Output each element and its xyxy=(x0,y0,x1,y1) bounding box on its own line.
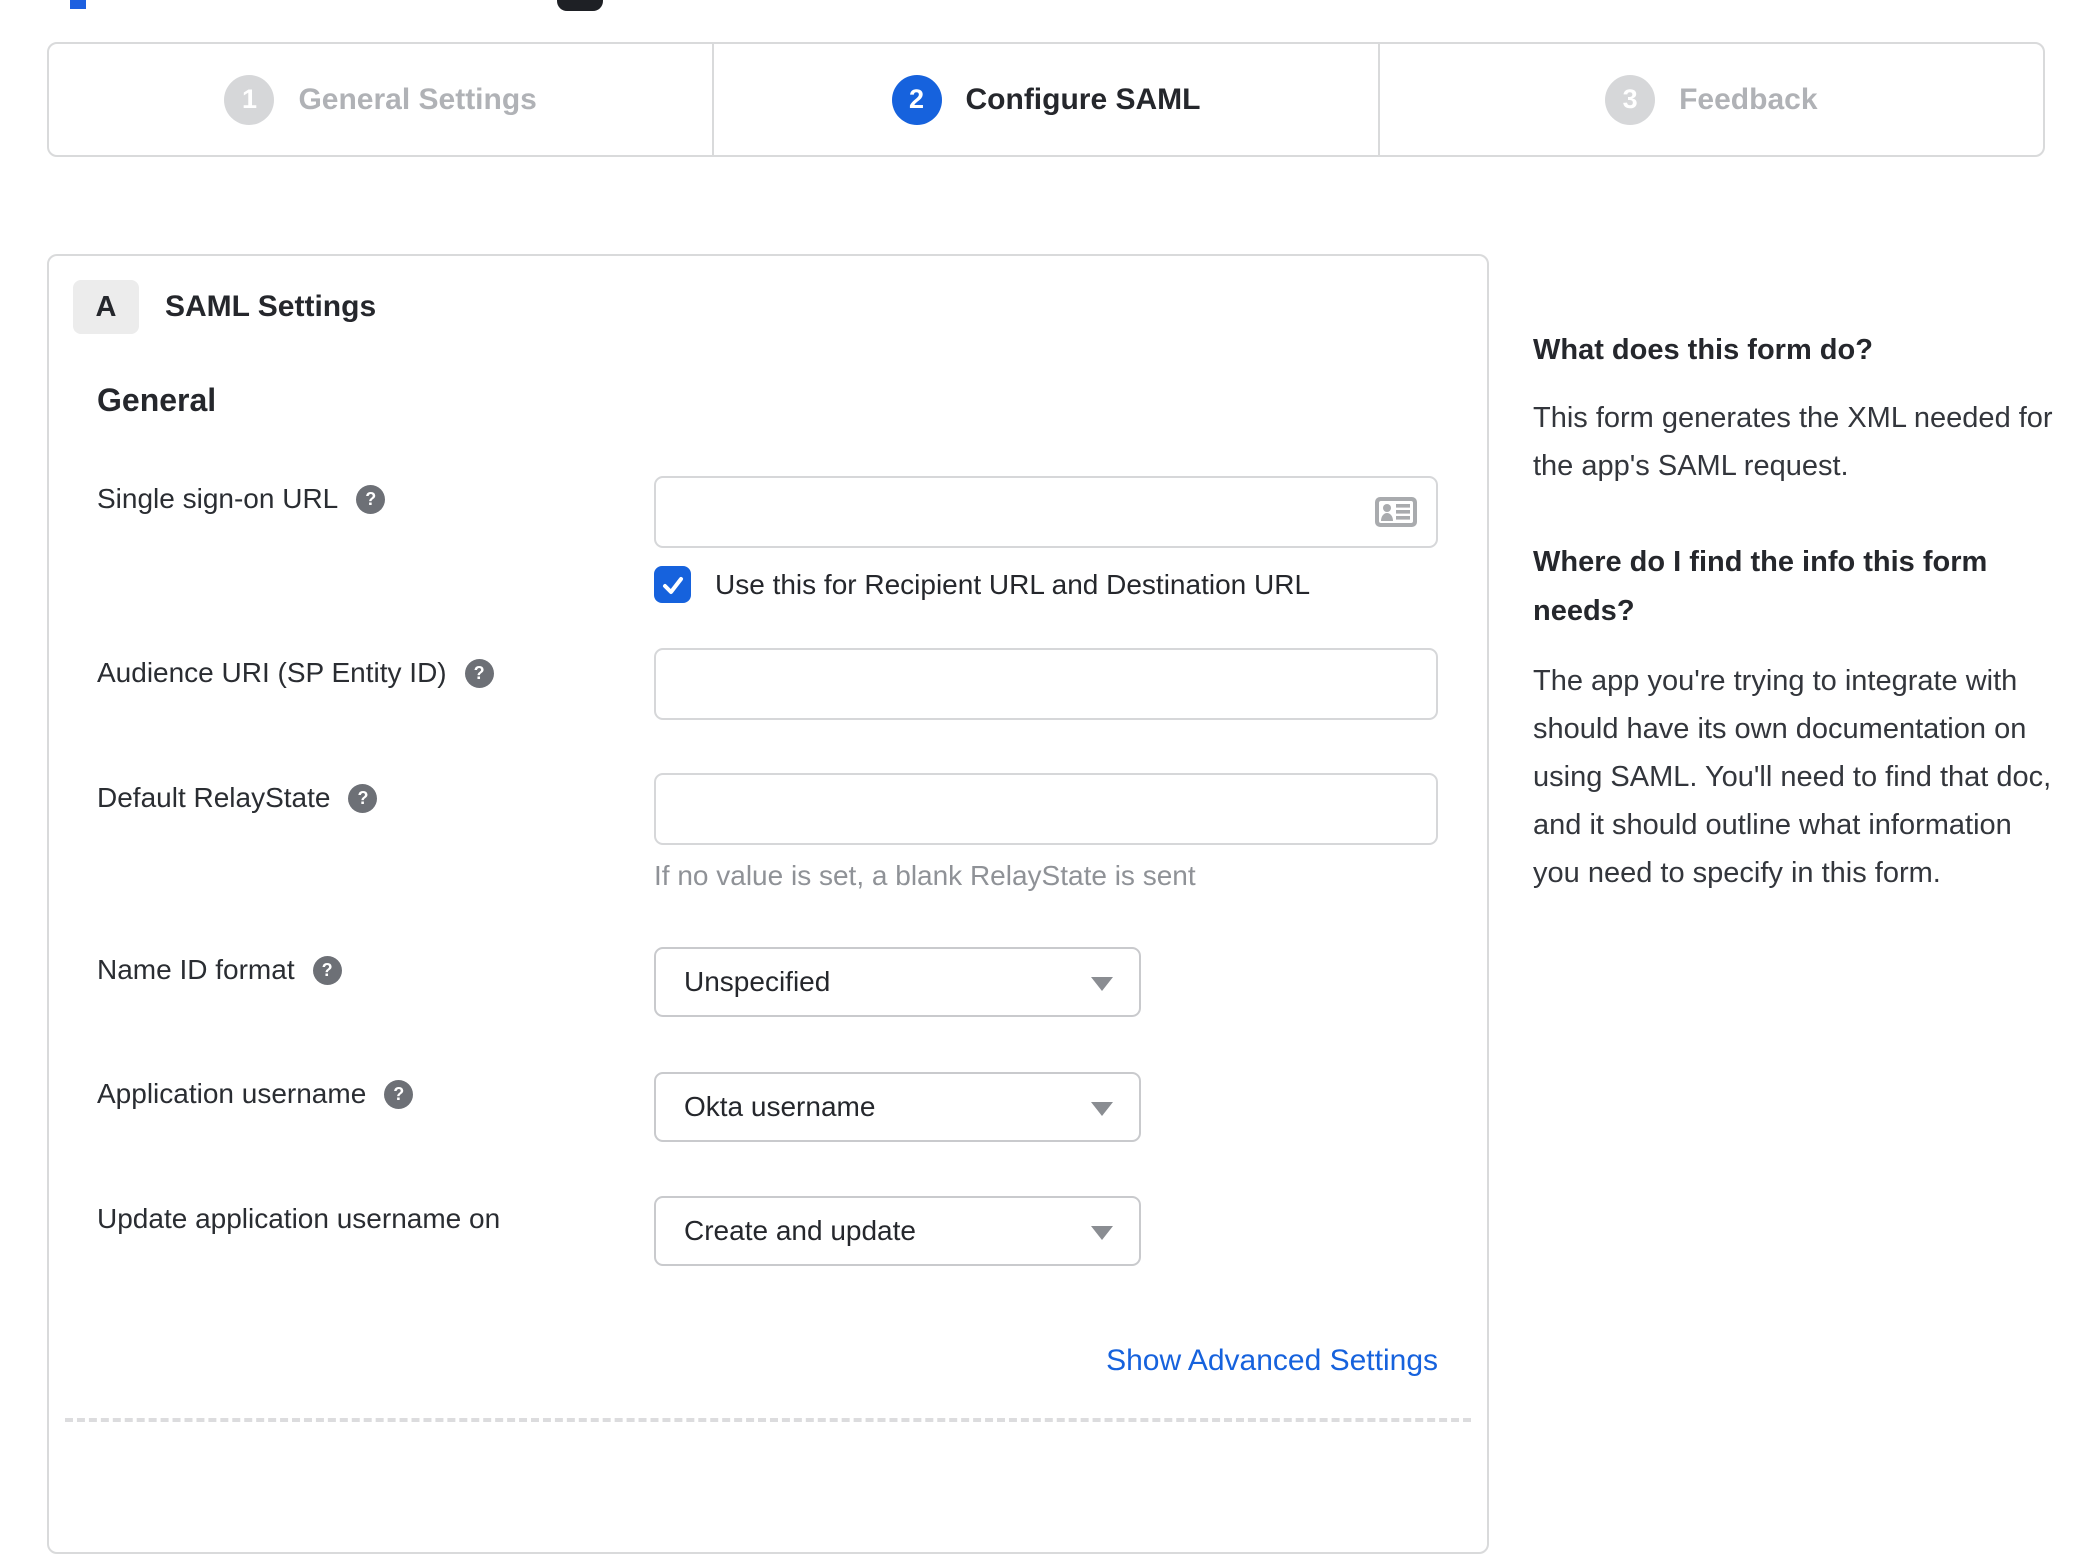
step-label: Configure SAML xyxy=(965,82,1201,116)
help-answer-2: The app you're trying to integrate with … xyxy=(1533,665,2052,889)
help-icon[interactable]: ? xyxy=(384,1079,414,1109)
name-id-format-select[interactable]: Unspecified xyxy=(654,947,1141,1017)
help-icon[interactable]: ? xyxy=(464,658,494,688)
single-sign-on-url-field xyxy=(654,476,1438,548)
use-for-recipient-row: Use this for Recipient URL and Destinati… xyxy=(654,566,1310,603)
step-label: Feedback xyxy=(1679,82,1818,116)
default-relaystate-input[interactable] xyxy=(654,773,1438,845)
step-number-badge: 3 xyxy=(1605,74,1656,125)
group-title: General xyxy=(97,382,217,418)
checkmark-icon xyxy=(662,576,683,594)
step-number-badge: 1 xyxy=(224,74,275,125)
contact-card-icon xyxy=(1375,497,1417,527)
select-value: Unspecified xyxy=(684,966,831,997)
audience-uri-label: Audience URI (SP Entity ID) ? xyxy=(97,657,494,689)
select-value: Create and update xyxy=(684,1215,916,1246)
dropdown-arrow-icon xyxy=(1091,1102,1113,1116)
default-relaystate-label: Default RelayState ? xyxy=(97,782,378,814)
help-question-1: What does this form do? xyxy=(1533,334,1873,366)
help-icon[interactable]: ? xyxy=(356,484,386,514)
help-question-2: Where do I find the info this form needs… xyxy=(1533,546,1988,627)
name-id-format-label: Name ID format ? xyxy=(97,954,342,986)
section-badge: A xyxy=(73,280,139,334)
wizard-stepper: 1 General Settings 2 Configure SAML 3 Fe… xyxy=(47,42,2045,157)
update-username-select[interactable]: Create and update xyxy=(654,1196,1141,1266)
checkbox-label: Use this for Recipient URL and Destinati… xyxy=(715,568,1311,600)
help-icon[interactable]: ? xyxy=(348,783,378,813)
cutoff-title-fragment-blue xyxy=(70,0,86,9)
show-advanced-settings-link[interactable]: Show Advanced Settings xyxy=(654,1344,1438,1378)
relaystate-helper-text: If no value is set, a blank RelayState i… xyxy=(654,860,1196,891)
dropdown-arrow-icon xyxy=(1091,977,1113,991)
audience-uri-input[interactable] xyxy=(654,648,1438,720)
audience-uri-field xyxy=(654,648,1438,720)
update-username-label: Update application username on xyxy=(97,1203,500,1235)
field-label-text: Name ID format xyxy=(97,954,295,985)
single-sign-on-url-input[interactable] xyxy=(654,476,1438,548)
saml-settings-panel: A SAML Settings General Single sign-on U… xyxy=(47,254,1489,1554)
use-for-recipient-checkbox[interactable] xyxy=(654,566,691,603)
field-label-text: Update application username on xyxy=(97,1203,501,1234)
application-username-label: Application username ? xyxy=(97,1078,414,1110)
field-label-text: Application username xyxy=(97,1078,367,1109)
select-value: Okta username xyxy=(684,1091,876,1122)
help-icon[interactable]: ? xyxy=(312,955,342,985)
help-answer-1: This form generates the XML needed for t… xyxy=(1533,402,2053,482)
application-username-select[interactable]: Okta username xyxy=(654,1072,1141,1142)
field-label-text: Default RelayState xyxy=(97,782,331,813)
step-feedback[interactable]: 3 Feedback xyxy=(1377,44,2043,155)
dropdown-arrow-icon xyxy=(1091,1226,1113,1240)
step-configure-saml[interactable]: 2 Configure SAML xyxy=(712,44,1377,155)
field-label-text: Audience URI (SP Entity ID) xyxy=(97,657,447,688)
section-title: SAML Settings xyxy=(165,290,377,323)
help-sidebar: What does this form do? This form genera… xyxy=(1533,326,2053,897)
step-general-settings[interactable]: 1 General Settings xyxy=(49,44,712,155)
field-label-text: Single sign-on URL xyxy=(97,483,339,514)
step-number-badge: 2 xyxy=(891,74,942,125)
step-label: General Settings xyxy=(298,82,537,116)
section-divider xyxy=(65,1418,1471,1422)
cutoff-title-fragment-dark xyxy=(557,0,603,11)
default-relaystate-field xyxy=(654,773,1438,845)
single-sign-on-url-label: Single sign-on URL ? xyxy=(97,483,386,515)
